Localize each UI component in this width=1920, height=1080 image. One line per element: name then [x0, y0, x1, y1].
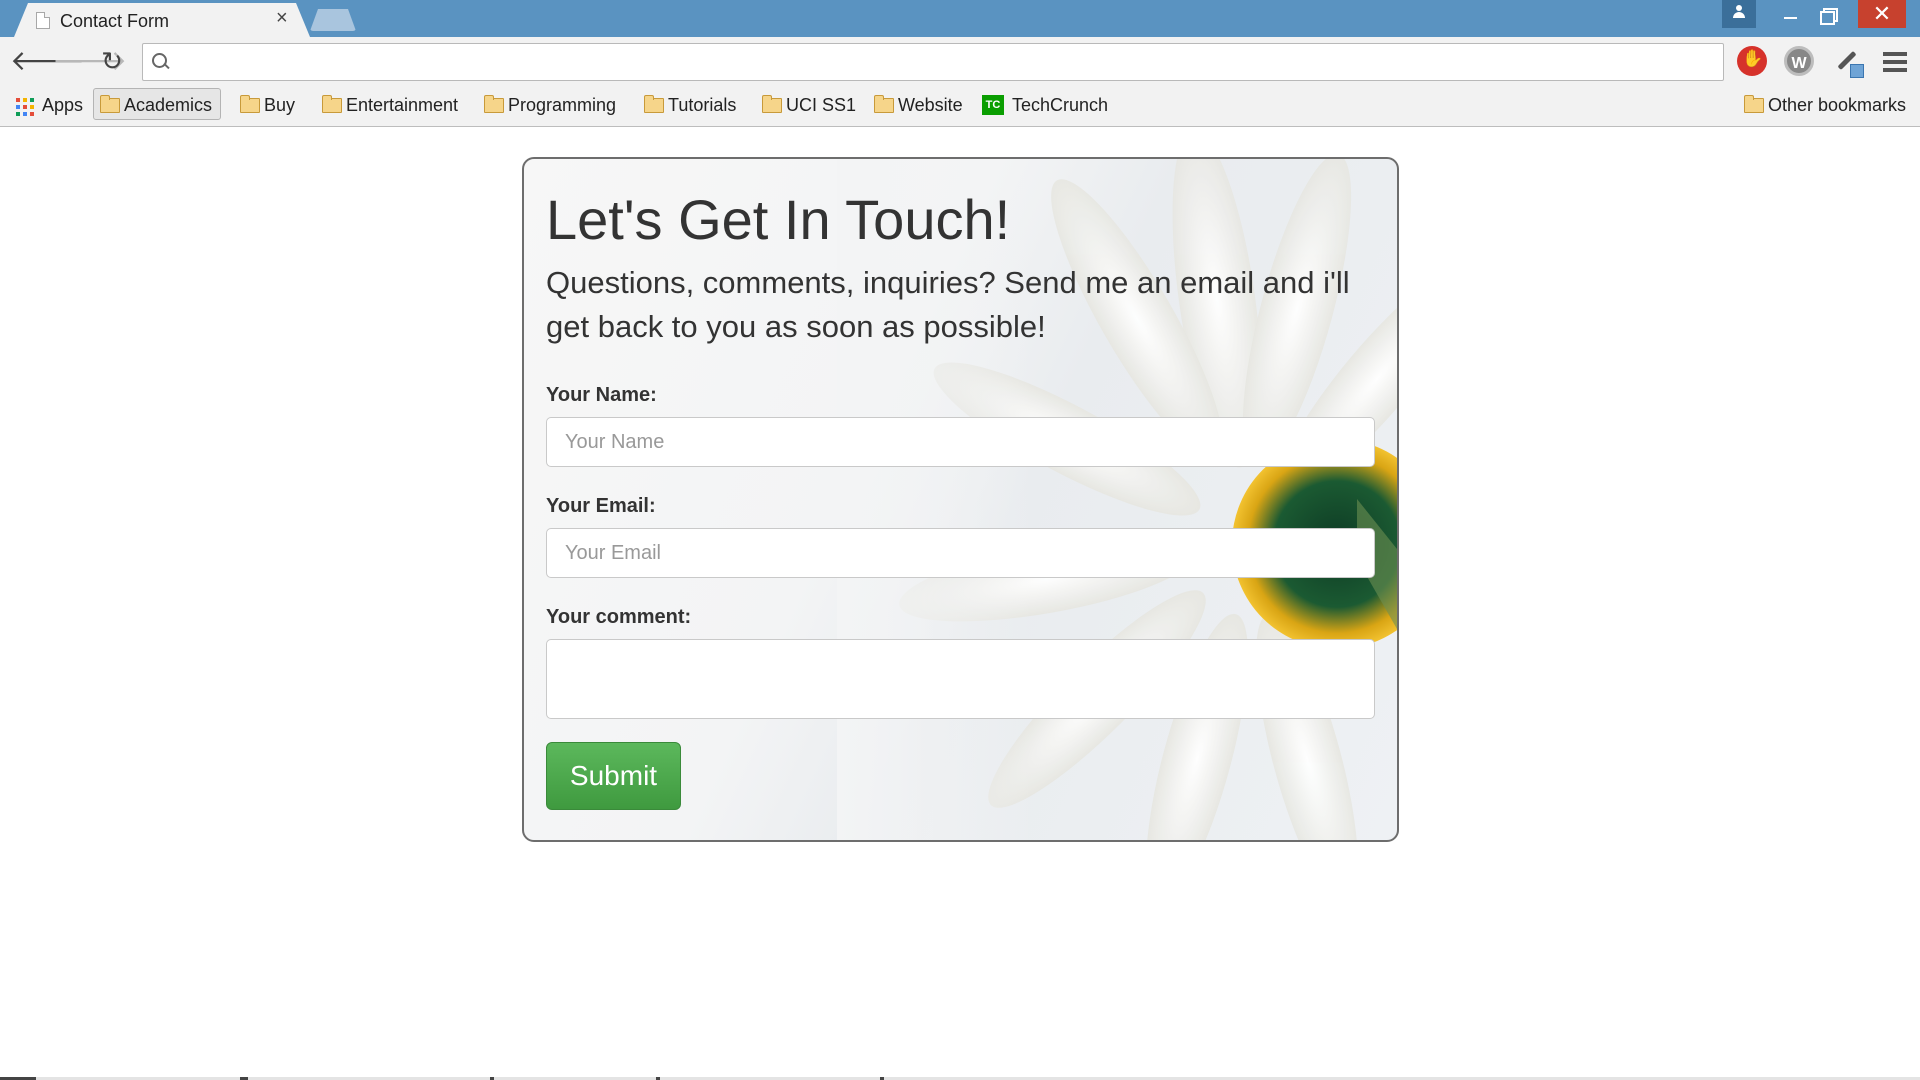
- bookmark-website[interactable]: Website: [868, 89, 963, 121]
- bookmark-label: Apps: [42, 95, 84, 115]
- bookmark-label: Academics: [124, 95, 213, 115]
- address-bar[interactable]: [142, 43, 1724, 81]
- browser-tab[interactable]: Contact Form ×: [14, 3, 310, 37]
- user-profile-button[interactable]: [1722, 0, 1756, 28]
- tab-title: Contact Form: [60, 11, 170, 31]
- forward-arrow-icon[interactable]: 🡒: [52, 45, 127, 77]
- name-input[interactable]: [546, 417, 1375, 467]
- bookmark-academics[interactable]: Academics: [93, 88, 222, 120]
- adblock-extension-icon[interactable]: [1737, 46, 1767, 76]
- bookmark-programming[interactable]: Programming: [478, 89, 616, 121]
- folder-icon: [100, 95, 120, 113]
- page-title: Let's Get In Touch!: [546, 188, 1011, 251]
- bookmark-uci-ss1[interactable]: UCI SS1: [756, 89, 856, 121]
- bookmark-techcrunch[interactable]: TC TechCrunch: [980, 89, 1108, 121]
- bookmark-label: UCI SS1: [786, 95, 857, 115]
- address-input[interactable]: [179, 50, 1709, 76]
- techcrunch-icon: TC: [982, 95, 1004, 115]
- name-label: Your Name:: [546, 384, 657, 406]
- bookmark-label: Buy: [264, 95, 296, 115]
- eyedropper-extension-icon[interactable]: [1832, 46, 1864, 78]
- folder-icon: [484, 95, 504, 113]
- email-input[interactable]: [546, 528, 1375, 578]
- bookmark-entertainment[interactable]: Entertainment: [316, 89, 458, 121]
- bookmark-label: Programming: [508, 95, 617, 115]
- folder-icon: [874, 95, 894, 113]
- back-arrow-icon[interactable]: 🡐: [10, 45, 85, 77]
- folder-icon: [762, 95, 782, 113]
- folder-icon: [240, 95, 260, 113]
- new-tab-button[interactable]: [310, 9, 356, 31]
- reload-icon[interactable]: ↻: [96, 45, 128, 77]
- browser-toolbar: 🡐 🡒 ↻ W: [0, 37, 1920, 85]
- user-icon: [1733, 5, 1745, 19]
- title-bar: Contact Form × ✕: [0, 0, 1920, 37]
- contact-form-card: Let's Get In Touch! Questions, comments,…: [522, 157, 1399, 842]
- bookmark-label: Other bookmarks: [1768, 95, 1907, 115]
- close-window-button[interactable]: ✕: [1858, 0, 1906, 28]
- bookmark-buy[interactable]: Buy: [234, 89, 295, 121]
- submit-button[interactable]: Submit: [546, 742, 681, 810]
- bookmark-label: Entertainment: [346, 95, 459, 115]
- comment-label: Your comment:: [546, 606, 692, 628]
- comment-textarea[interactable]: [546, 639, 1375, 719]
- bookmark-label: TechCrunch: [1012, 95, 1109, 115]
- bookmark-other[interactable]: Other bookmarks: [1738, 89, 1906, 121]
- apps-grid-icon: [16, 98, 34, 116]
- restore-button[interactable]: [1806, 0, 1850, 28]
- chrome-menu-icon[interactable]: [1883, 52, 1907, 72]
- bookmark-apps[interactable]: Apps: [4, 89, 83, 121]
- folder-icon: [1744, 95, 1764, 113]
- bookmark-tutorials[interactable]: Tutorials: [638, 89, 736, 121]
- page-icon: [36, 12, 50, 29]
- email-label: Your Email:: [546, 495, 656, 517]
- w-extension-icon[interactable]: W: [1784, 46, 1814, 76]
- folder-icon: [644, 95, 664, 113]
- bookmark-label: Tutorials: [668, 95, 737, 115]
- search-icon: [151, 52, 171, 72]
- bookmark-label: Website: [898, 95, 963, 115]
- tab-close-icon[interactable]: ×: [276, 8, 288, 28]
- folder-icon: [322, 95, 342, 113]
- page-subtitle: Questions, comments, inquiries? Send me …: [546, 265, 1350, 344]
- bookmarks-bar: Apps Academics Buy Entertainment Program…: [0, 85, 1920, 127]
